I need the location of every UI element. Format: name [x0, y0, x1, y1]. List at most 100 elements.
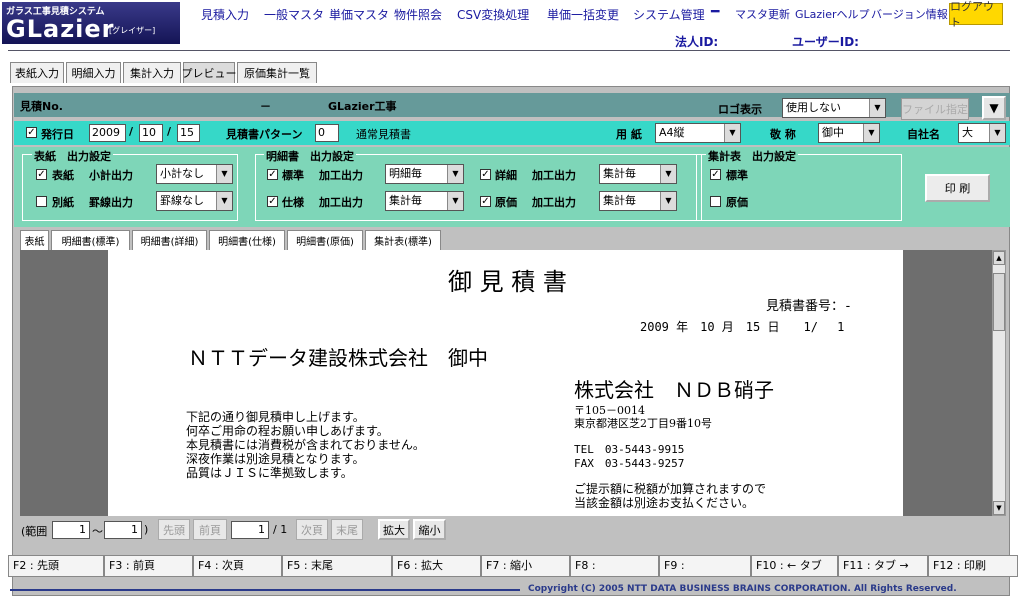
- fkey-f7[interactable]: F7 : 縮小: [481, 555, 570, 577]
- detail-detailed-select[interactable]: 集計毎 ▼: [599, 164, 677, 184]
- subtab-summary-standard[interactable]: 集計表(標準): [365, 230, 441, 250]
- subtab-detail-cost[interactable]: 明細書(原価): [287, 230, 363, 250]
- detail-cost-field: 加工出力: [532, 196, 576, 209]
- fkey-f5[interactable]: F5 : 末尾: [282, 555, 392, 577]
- detail-detailed-checkbox[interactable]: ✓: [480, 169, 491, 180]
- next-page-button[interactable]: 次頁: [296, 519, 328, 540]
- year-input[interactable]: 2009: [89, 124, 126, 142]
- subtotal-output-select[interactable]: 小計なし ▼: [156, 164, 233, 184]
- subtab-detail-detailed[interactable]: 明細書(詳細): [132, 230, 207, 250]
- date-slash: /: [129, 125, 134, 138]
- nav-price-master[interactable]: 単価マスタ: [329, 6, 389, 23]
- range-label: (範囲: [21, 525, 48, 538]
- day-input[interactable]: 15: [177, 124, 200, 142]
- cover-output-title: 表紙 出力設定: [32, 148, 113, 164]
- company-name: 株式会社 ＮＤＢ硝子: [574, 378, 774, 402]
- detail-standard-select[interactable]: 明細毎 ▼: [385, 164, 464, 184]
- cover-label: 表紙: [52, 169, 74, 182]
- fkey-f2[interactable]: F2 : 先頭: [8, 555, 104, 577]
- company-label: 自社名: [907, 128, 940, 141]
- ruled-output-select[interactable]: 罫線なし ▼: [156, 191, 233, 211]
- summary-output-title: 集計表 出力設定: [706, 148, 798, 164]
- summary-standard-checkbox[interactable]: ✓: [710, 169, 721, 180]
- pattern-name: 通常見積書: [356, 128, 411, 141]
- client-name: ＮＴＴデータ建設株式会社 御中: [188, 346, 488, 370]
- range-from-input[interactable]: 1: [52, 521, 90, 539]
- logo-display-label: ロゴ表示: [718, 103, 762, 116]
- print-button[interactable]: 印 刷: [925, 174, 990, 202]
- ruled-output-value: 罫線なし: [160, 194, 204, 207]
- tab-summary-input[interactable]: 集計入力: [123, 62, 181, 83]
- tab-cost-summary[interactable]: 原価集計一覧: [237, 62, 317, 83]
- nav-separator: ━: [711, 4, 720, 20]
- attachment-label: 別紙: [52, 196, 74, 209]
- fkey-f4[interactable]: F4 : 次頁: [193, 555, 282, 577]
- logo-display-select[interactable]: 使用しない ▼: [782, 98, 886, 118]
- detail-standard-field: 加工出力: [319, 169, 363, 182]
- month-input[interactable]: 10: [139, 124, 163, 142]
- detail-spec-label: 仕様: [282, 196, 304, 209]
- subtab-detail-standard[interactable]: 明細書(標準): [51, 230, 130, 250]
- fkey-f11[interactable]: F11 : タブ →: [838, 555, 928, 577]
- detail-output-title: 明細書 出力設定: [264, 148, 356, 164]
- tab-detail-input[interactable]: 明細入力: [66, 62, 121, 83]
- issue-date-checkbox[interactable]: ✓: [26, 127, 37, 138]
- scroll-thumb[interactable]: [993, 273, 1005, 331]
- first-page-button[interactable]: 先頭: [158, 519, 190, 540]
- subtab-detail-spec[interactable]: 明細書(仕様): [209, 230, 285, 250]
- tab-cover-input[interactable]: 表紙入力: [10, 62, 64, 83]
- honorific-select[interactable]: 御中 ▼: [818, 123, 880, 143]
- detail-detailed-label: 詳細: [495, 169, 517, 182]
- detail-cost-checkbox[interactable]: ✓: [480, 196, 491, 207]
- fkey-f8[interactable]: F8 :: [570, 555, 659, 577]
- nav-property-search[interactable]: 物件照会: [394, 6, 442, 23]
- fkey-f10[interactable]: F10 : ← タブ: [751, 555, 838, 577]
- range-to-input[interactable]: 1: [104, 521, 142, 539]
- tab-preview[interactable]: プレビュー: [182, 62, 237, 83]
- detail-spec-select[interactable]: 集計毎 ▼: [385, 191, 464, 211]
- scroll-down-icon[interactable]: ▼: [993, 501, 1005, 515]
- logout-button[interactable]: ログアウト: [949, 0, 1003, 29]
- detail-cost-select[interactable]: 集計毎 ▼: [599, 191, 677, 211]
- attachment-checkbox[interactable]: [36, 196, 47, 207]
- fkey-f12[interactable]: F12 : 印刷: [928, 555, 1018, 577]
- nav-master-update[interactable]: マスタ更新: [735, 6, 790, 22]
- preview-scrollbar[interactable]: ▲ ▼: [992, 250, 1006, 516]
- corp-id-label: 法人ID:: [675, 35, 719, 49]
- collapse-toggle-icon[interactable]: ▼: [982, 96, 1006, 120]
- cover-checkbox[interactable]: ✓: [36, 169, 47, 180]
- zoom-in-button[interactable]: 拡大: [378, 519, 410, 540]
- fkey-f6[interactable]: F6 : 拡大: [392, 555, 481, 577]
- prev-page-button[interactable]: 前頁: [193, 519, 227, 540]
- estimate-no-label: 見積No.: [20, 100, 63, 113]
- nav-bulk-price-change[interactable]: 単価一括変更: [547, 6, 619, 23]
- logo-display-value: 使用しない: [786, 101, 841, 114]
- detail-spec-checkbox[interactable]: ✓: [267, 196, 278, 207]
- file-select-button[interactable]: ファイル指定: [901, 98, 969, 120]
- document-title: 御 見 積 書: [448, 268, 567, 296]
- subtab-cover[interactable]: 表紙: [20, 230, 49, 250]
- detail-standard-checkbox[interactable]: ✓: [267, 169, 278, 180]
- document-date: 2009 年 10 月 15 日 1/ 1: [640, 320, 845, 334]
- pattern-input[interactable]: 0: [315, 124, 339, 142]
- page-input[interactable]: 1: [231, 521, 269, 539]
- nav-system-admin[interactable]: システム管理: [633, 6, 705, 23]
- nav-estimate-input[interactable]: 見積入力: [201, 6, 249, 23]
- last-page-button[interactable]: 末尾: [331, 519, 363, 540]
- paper-select[interactable]: A4縦 ▼: [655, 123, 741, 143]
- nav-help[interactable]: GLazierヘルプ: [795, 6, 870, 22]
- nav-version[interactable]: バージョン情報: [871, 6, 948, 22]
- subtotal-output-label: 小計出力: [89, 169, 133, 182]
- company-select[interactable]: 大 ▼: [958, 123, 1006, 143]
- copyright: Copyright (C) 2005 NTT DATA BUSINESS BRA…: [528, 584, 957, 594]
- chevron-down-icon: ▼: [863, 124, 879, 142]
- date-slash: /: [167, 125, 172, 138]
- fkey-f9[interactable]: F9 :: [659, 555, 751, 577]
- summary-cost-checkbox[interactable]: [710, 196, 721, 207]
- nav-csv-convert[interactable]: CSV変換処理: [457, 6, 529, 23]
- nav-general-master[interactable]: 一般マスタ: [264, 6, 324, 23]
- logo-kana: [グレイザー]: [109, 26, 156, 35]
- scroll-up-icon[interactable]: ▲: [993, 251, 1005, 265]
- zoom-out-button[interactable]: 縮小: [413, 519, 446, 540]
- fkey-f3[interactable]: F3 : 前頁: [104, 555, 193, 577]
